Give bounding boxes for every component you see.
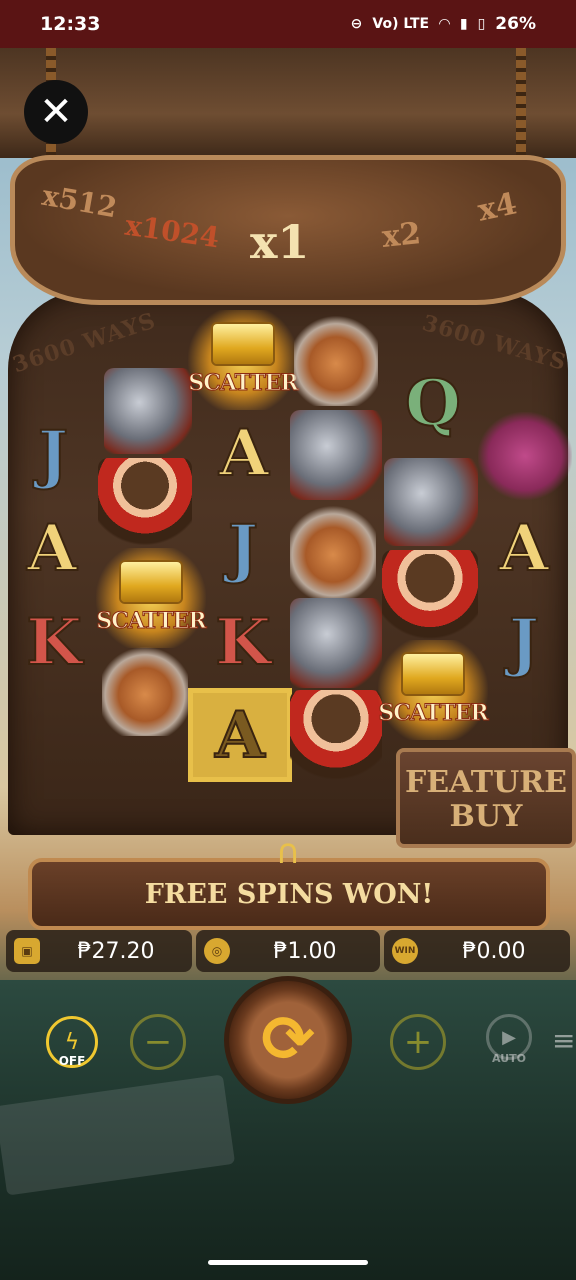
play-icon: ▶ [502, 1026, 516, 1048]
symbol-a: A [214, 697, 266, 774]
wild-symbol: A [188, 688, 292, 782]
status-time: 12:33 [40, 13, 101, 35]
revolver-symbol [290, 410, 382, 500]
spin-button[interactable]: ⟳ [224, 976, 352, 1104]
spin-arrows-icon: ⟳ [261, 1003, 315, 1077]
bet-value: ₱1.00 [273, 938, 337, 964]
minus-icon: − [143, 1022, 173, 1062]
symbol-k: K [25, 604, 83, 681]
gold-bar-icon [213, 324, 273, 364]
feature-buy-line2: BUY [449, 799, 523, 834]
revolver-symbol [290, 598, 382, 688]
bandit-symbol [382, 550, 478, 644]
whiskey-symbol [290, 502, 376, 598]
coins-icon: ◎ [204, 938, 230, 964]
bandit-symbol [98, 458, 192, 550]
turbo-label: OFF [58, 1054, 86, 1068]
gold-bar-icon [403, 654, 463, 694]
whiskey-symbol [102, 644, 188, 736]
balance-value: ₱27.20 [77, 938, 155, 964]
symbol-j: J [508, 604, 540, 681]
decrease-bet-button[interactable]: − [130, 1014, 186, 1070]
wallet-icon: ▣ [14, 938, 40, 964]
revolver-symbol [384, 458, 478, 546]
win-icon: WIN [392, 938, 418, 964]
revolver-symbol [104, 368, 192, 454]
scatter-label: SCATTER [188, 370, 299, 397]
multiplier-x2: x2 [380, 216, 423, 255]
feature-buy-line1: FEATURE [404, 765, 568, 800]
close-icon: ✕ [39, 89, 73, 135]
feature-buy-button[interactable]: FEATURE BUY [396, 748, 576, 848]
menu-button[interactable]: ≡ [552, 1024, 575, 1057]
cowboy-hat-symbol [478, 412, 572, 500]
symbol-a: A [26, 510, 78, 587]
dnd-icon: ⊖ [350, 16, 363, 32]
symbol-j: J [37, 416, 69, 493]
gold-bar-icon [121, 562, 181, 602]
signal-icon: ▮ [459, 16, 468, 32]
battery-percent: 26% [495, 14, 536, 34]
bandit-symbol [290, 690, 382, 786]
win-value: ₱0.00 [462, 938, 526, 964]
symbol-a: A [218, 415, 270, 492]
bet-display[interactable]: ◎ ₱1.00 [196, 930, 380, 972]
gesture-bar[interactable] [208, 1260, 368, 1265]
wifi-icon: ◠ [439, 16, 450, 32]
status-bar: 12:33 ⊖ Vo) LTE ◠ ▮ ▯ 26% [0, 0, 576, 48]
scatter-symbol: SCATTER [96, 548, 207, 648]
scatter-label: SCATTER [378, 700, 489, 727]
hamburger-icon: ≡ [552, 1024, 576, 1057]
increase-bet-button[interactable]: + [390, 1014, 446, 1070]
balance-display: ▣ ₱27.20 [6, 930, 192, 972]
scatter-symbol: SCATTER [378, 640, 489, 740]
autoplay-label: AUTO [492, 1052, 526, 1065]
symbol-q: Q [404, 365, 462, 442]
free-spins-text: FREE SPINS WON! [144, 878, 434, 910]
horseshoe-icon: ∩ [275, 832, 301, 872]
win-display: WIN ₱0.00 [384, 930, 570, 972]
battery-icon: ▯ [477, 16, 486, 32]
lightning-icon: ϟ [64, 1029, 80, 1055]
symbol-j: J [227, 510, 259, 587]
network-label: Vo) LTE [372, 16, 430, 32]
close-button[interactable]: ✕ [24, 80, 88, 144]
symbol-k: K [214, 604, 272, 681]
scatter-symbol: SCATTER [188, 310, 299, 410]
scatter-label: SCATTER [96, 608, 207, 635]
symbol-a: A [498, 510, 550, 587]
chain-right [516, 48, 526, 168]
plus-icon: + [403, 1022, 433, 1062]
multiplier-current: x1 [250, 215, 310, 269]
status-icons: ⊖ Vo) LTE ◠ ▮ ▯ 26% [351, 14, 536, 34]
whiskey-symbol [294, 312, 378, 406]
